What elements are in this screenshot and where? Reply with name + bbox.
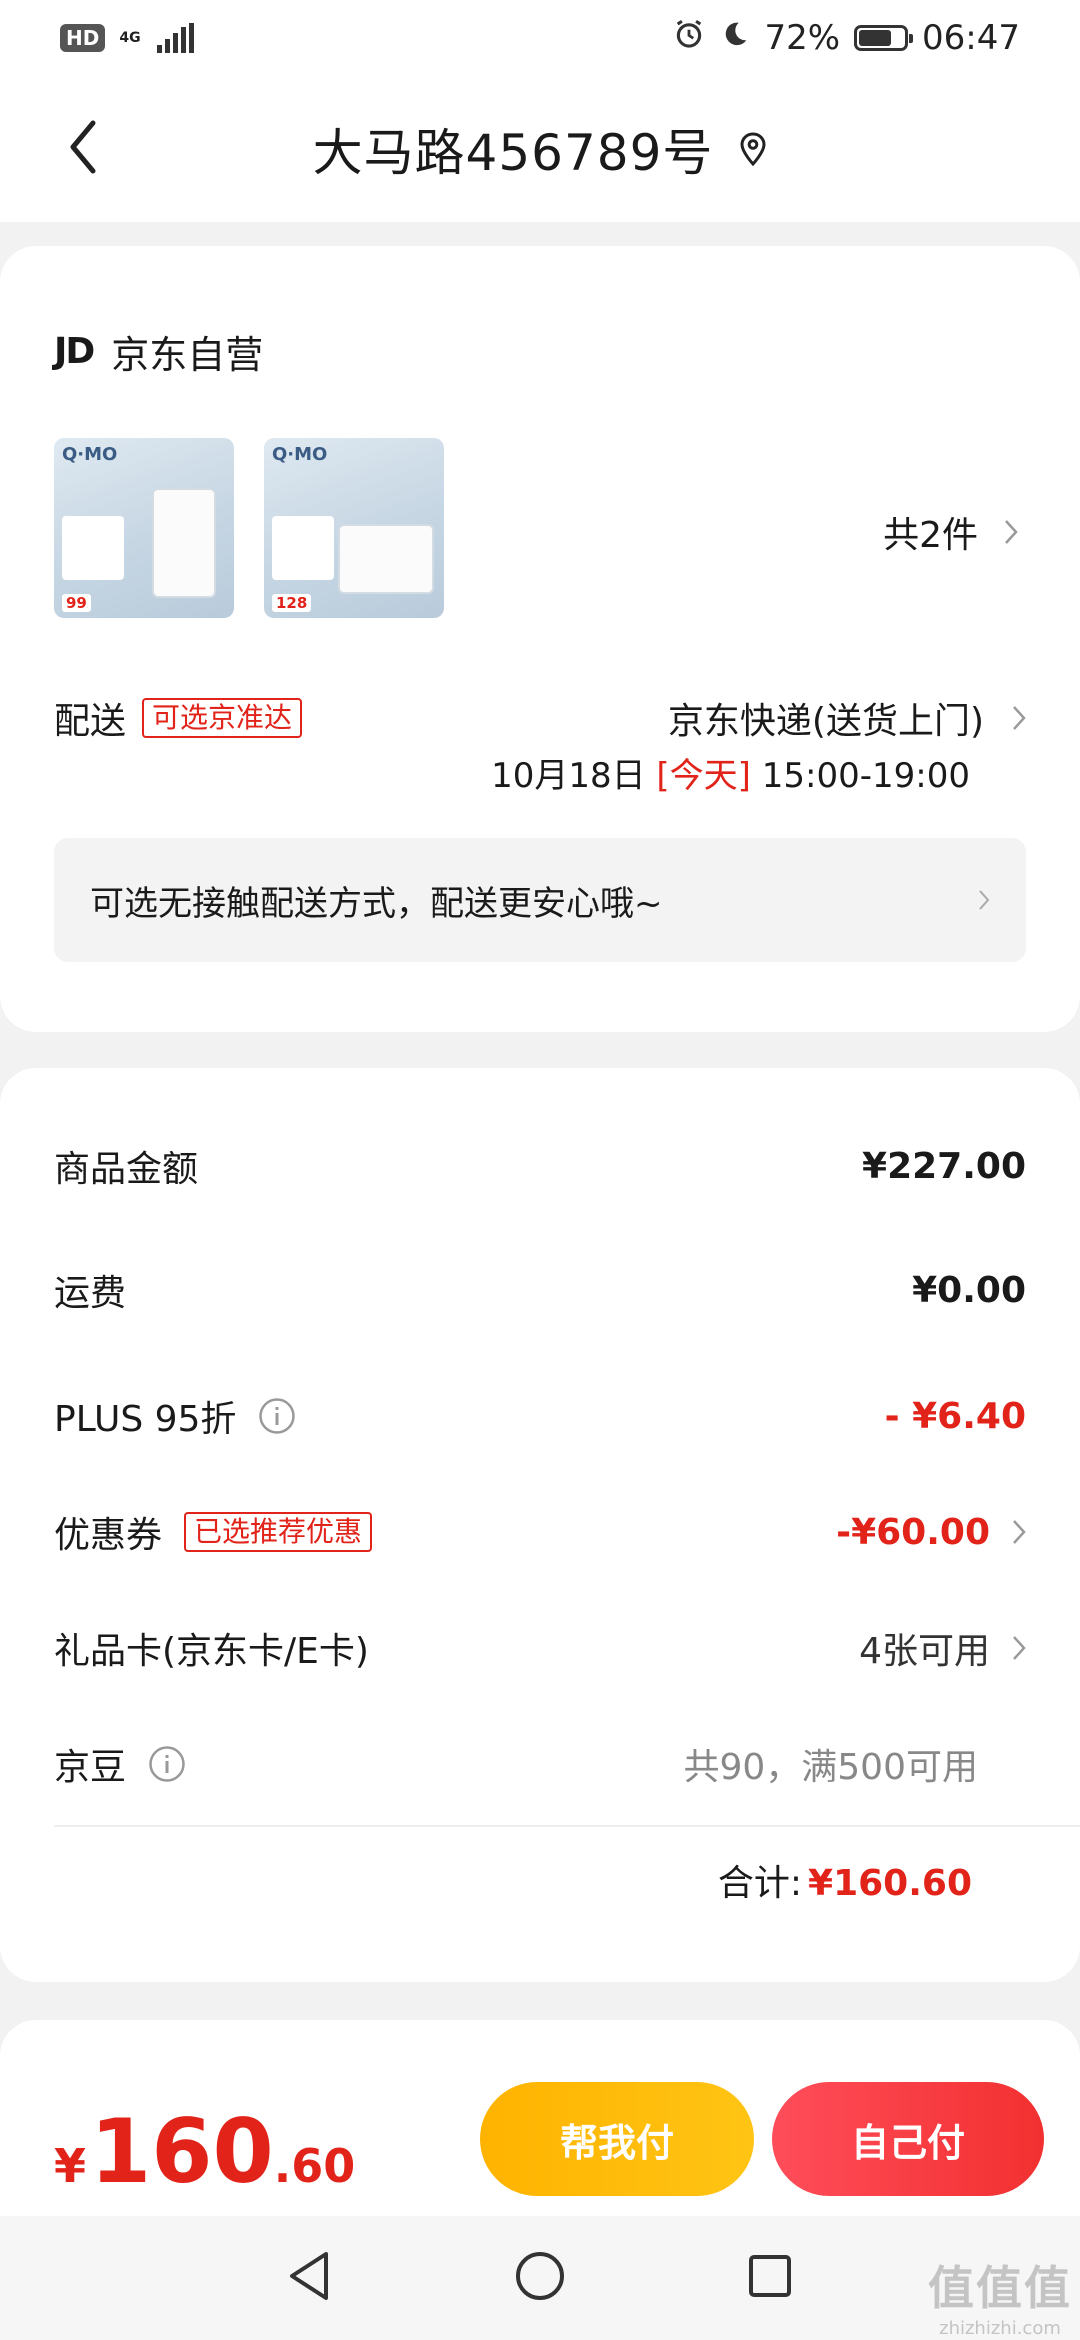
signal-icon xyxy=(156,23,194,53)
total-amount: ¥160.60 xyxy=(808,1863,972,1904)
battery-percent: 72% xyxy=(764,18,841,58)
product-thumbnail[interactable]: Q·MO 128 xyxy=(264,438,444,618)
jingdou-row: 京豆 共90，满500可用 xyxy=(54,1734,1026,1794)
shipping-row: 运费 ¥0.00 xyxy=(54,1260,1026,1320)
jingdou-label: 京豆 xyxy=(54,1747,127,1788)
divider xyxy=(54,1825,1080,1827)
chevron-right-icon xyxy=(1012,705,1026,731)
product-price: 99 xyxy=(62,594,91,612)
price-decimal: .60 xyxy=(273,2139,356,2193)
alarm-icon xyxy=(672,17,706,60)
goods-amount-label: 商品金额 xyxy=(54,1149,199,1190)
plus-discount-value: - ¥6.40 xyxy=(884,1395,1026,1437)
price-summary-card: 商品金额 ¥227.00 运费 ¥0.00 PLUS 95折 - ¥6.40 优… xyxy=(0,1068,1080,1982)
chevron-left-icon xyxy=(70,120,96,174)
coupon-row[interactable]: 优惠券 已选推荐优惠 -¥60.00 xyxy=(54,1502,1026,1562)
watermark: 值值值 zhizhizhi.com xyxy=(928,2252,1072,2339)
delivery-row[interactable]: 配送 可选京准达 京东快递(送货上门) xyxy=(54,692,1026,742)
page-header: 大马路456789号 xyxy=(0,76,1080,222)
nav-recents-icon[interactable] xyxy=(740,2246,800,2306)
system-nav-bar xyxy=(0,2216,1080,2340)
order-items-card: JD 京东自营 Q·MO 99 Q·MO 128 共2件 配送 可选京准达 京东… xyxy=(0,246,1080,1032)
nav-home-icon[interactable] xyxy=(510,2246,570,2306)
back-button[interactable] xyxy=(48,112,118,182)
help-pay-button[interactable]: 帮我付 xyxy=(480,2082,754,2196)
product-thumbnails[interactable]: Q·MO 99 Q·MO 128 xyxy=(54,438,444,618)
chevron-right-icon xyxy=(978,889,990,911)
coupon-selected-tag: 已选推荐优惠 xyxy=(184,1512,373,1552)
network-label: 4G xyxy=(119,30,141,46)
items-count: 共2件 xyxy=(883,515,978,556)
delivery-time-range: 15:00-19:00 xyxy=(761,756,970,796)
delivery-date: 10月18日 xyxy=(491,756,646,796)
total-row: 合计: ¥160.60 xyxy=(718,1854,972,1906)
watermark-logo: 值值值 xyxy=(928,2261,1072,2315)
jingdou-label-group: 京豆 xyxy=(54,1738,186,1790)
moon-icon xyxy=(720,18,750,58)
nav-back-icon[interactable] xyxy=(280,2246,340,2306)
battery-icon xyxy=(854,25,914,51)
shop-row: JD 京东自营 xyxy=(54,324,263,379)
coupon-label: 优惠券 xyxy=(54,1515,163,1556)
address-title[interactable]: 大马路456789号 xyxy=(313,113,714,185)
product-brand: Q·MO xyxy=(62,444,118,465)
watermark-url: zhizhizhi.com xyxy=(939,2318,1061,2339)
status-bar: HD 4G 72% 06:47 xyxy=(0,0,1080,76)
jingdou-value: 共90，满500可用 xyxy=(683,1747,978,1788)
chevron-right-icon xyxy=(1012,1519,1026,1545)
status-left: HD 4G xyxy=(60,23,194,53)
shipping-value: ¥0.00 xyxy=(912,1269,1026,1311)
hd-badge: HD xyxy=(60,24,106,52)
price-integer: 160 xyxy=(90,2100,274,2203)
notice-text: 可选无接触配送方式，配送更安心哦~ xyxy=(90,883,663,924)
goods-amount-value: ¥227.00 xyxy=(862,1145,1026,1187)
goods-amount-row: 商品金额 ¥227.00 xyxy=(54,1136,1026,1196)
product-promo-tag xyxy=(272,516,334,580)
delivery-today: [今天] xyxy=(656,756,751,796)
coupon-value: -¥60.00 xyxy=(836,1511,990,1553)
location-pin-icon[interactable] xyxy=(739,132,767,166)
currency-symbol: ¥ xyxy=(54,2139,87,2193)
plus-label-group: PLUS 95折 xyxy=(54,1390,296,1442)
checkout-bar: ¥ 160 .60 帮我付 自己付 xyxy=(0,2066,1080,2216)
self-pay-button[interactable]: 自己付 xyxy=(772,2082,1044,2196)
info-icon[interactable] xyxy=(148,1745,186,1783)
delivery-method-group[interactable]: 京东快递(送货上门) xyxy=(668,692,1026,744)
delivery-method: 京东快递(送货上门) xyxy=(667,701,984,742)
product-promo-tag xyxy=(62,516,124,580)
delivery-time: 10月18日 [今天] 15:00-19:00 xyxy=(491,748,970,797)
delivery-label-group: 配送 可选京准达 xyxy=(54,692,303,744)
product-thumbnail[interactable]: Q·MO 99 xyxy=(54,438,234,618)
jd-logo: JD xyxy=(54,331,95,372)
clock: 06:47 xyxy=(922,18,1020,58)
chevron-right-icon xyxy=(1012,1635,1026,1661)
payable-amount: ¥ 160 .60 xyxy=(54,2108,355,2196)
status-right: 72% 06:47 xyxy=(672,17,1020,60)
chevron-right-icon xyxy=(1004,519,1018,545)
jingzhunda-tag: 可选京准达 xyxy=(142,698,303,738)
contactless-delivery-notice[interactable]: 可选无接触配送方式，配送更安心哦~ xyxy=(54,838,1026,962)
gift-card-value: 4张可用 xyxy=(859,1631,990,1672)
shop-name: 京东自营 xyxy=(111,333,264,377)
product-box-image xyxy=(338,524,434,594)
items-count-link[interactable]: 共2件 xyxy=(883,506,1018,558)
product-price: 128 xyxy=(272,594,312,612)
plus-discount-row: PLUS 95折 - ¥6.40 xyxy=(54,1386,1026,1446)
gift-card-label: 礼品卡(京东卡/E卡) xyxy=(54,1631,369,1672)
coupon-label-group: 优惠券 已选推荐优惠 xyxy=(54,1506,373,1558)
gift-card-value-group: 4张可用 xyxy=(859,1622,1026,1674)
product-brand: Q·MO xyxy=(272,444,328,465)
info-icon[interactable] xyxy=(258,1397,296,1435)
delivery-label: 配送 xyxy=(54,701,127,742)
shipping-label: 运费 xyxy=(54,1273,127,1314)
coupon-value-group: -¥60.00 xyxy=(836,1512,1026,1553)
product-box-image xyxy=(152,488,216,598)
gift-card-row[interactable]: 礼品卡(京东卡/E卡) 4张可用 xyxy=(54,1618,1026,1678)
plus-discount-label: PLUS 95折 xyxy=(54,1399,237,1440)
total-label: 合计: xyxy=(717,1863,803,1904)
